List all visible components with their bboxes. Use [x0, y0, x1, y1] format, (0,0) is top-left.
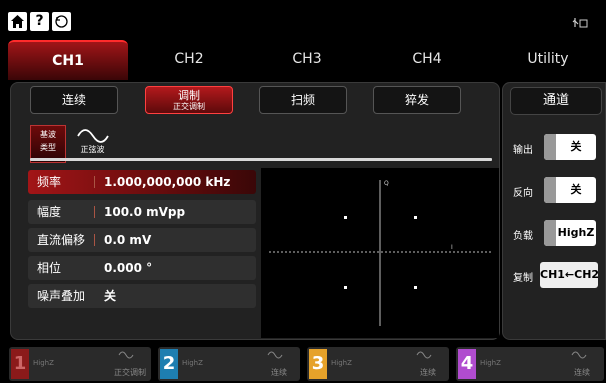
- back-button[interactable]: [52, 12, 71, 31]
- copy-channel-button[interactable]: CH1←CH2: [540, 262, 600, 288]
- constellation-point: [344, 286, 347, 289]
- channel-settings-title: 通道: [510, 87, 602, 115]
- wave-type-label: 正弦波: [80, 145, 105, 154]
- channel-load: HighZ: [331, 359, 352, 367]
- param-label: 直流偏移: [37, 233, 86, 247]
- toggle-bar: [544, 134, 556, 160]
- channel-status-1[interactable]: 1 HighZ 正交调制: [9, 347, 151, 381]
- param-row-offset[interactable]: 直流偏移 0.0 mV: [28, 228, 256, 252]
- back-icon: [55, 15, 68, 28]
- modulate-sub-label: 正交调制: [173, 102, 205, 111]
- wave-type-selector[interactable]: 正弦波: [70, 126, 115, 160]
- param-value: 100.0 mVpp: [104, 205, 186, 219]
- invert-value: 关: [570, 183, 582, 196]
- wave-selector-divider: [30, 158, 492, 161]
- constellation-point: [344, 216, 347, 219]
- channel-number: 4: [458, 349, 476, 379]
- usb-icon: [572, 16, 588, 30]
- param-row-frequency[interactable]: 频率 1.000,000,000 kHz: [28, 170, 256, 194]
- channel-mode: 连续: [420, 368, 436, 377]
- param-value: 0.000 °: [104, 261, 153, 275]
- base-wave-line1: 基波: [40, 130, 56, 139]
- output-label: 输出: [513, 145, 533, 156]
- param-value: 0.0 mV: [104, 233, 152, 247]
- tab-ch3[interactable]: CH3: [250, 40, 364, 80]
- channel-status-4[interactable]: 4 HighZ 连续: [456, 347, 604, 381]
- toggle-bar: [544, 177, 556, 203]
- channel-mode: 连续: [574, 368, 590, 377]
- param-label: 频率: [37, 175, 62, 189]
- param-label: 相位: [37, 261, 62, 275]
- param-row-phase[interactable]: 相位 0.000 °: [28, 256, 256, 280]
- param-label: 噪声叠加: [37, 289, 86, 303]
- channel-mode: 连续: [271, 368, 287, 377]
- sine-wave-icon: [76, 129, 109, 143]
- sweep-button[interactable]: 扫频: [259, 86, 347, 114]
- sine-wave-icon: [118, 351, 134, 359]
- status-bar: ?: [0, 0, 606, 40]
- param-divider: [94, 234, 95, 246]
- i-axis-label: I: [451, 244, 453, 251]
- toggle-bar: [544, 220, 556, 246]
- load-selector[interactable]: HighZ: [544, 220, 596, 246]
- param-divider: [94, 176, 95, 188]
- burst-button[interactable]: 猝发: [373, 86, 461, 114]
- tab-ch2[interactable]: CH2: [132, 40, 246, 80]
- modulate-button[interactable]: 调制 正交调制: [145, 86, 233, 114]
- output-value: 关: [570, 140, 582, 153]
- side-panel: [502, 82, 606, 340]
- base-wave-line2: 类型: [40, 143, 56, 152]
- output-toggle[interactable]: 关: [544, 134, 596, 160]
- channel-number: 1: [11, 349, 29, 379]
- constellation-point: [414, 216, 417, 219]
- load-label: 负载: [513, 231, 533, 242]
- channel-mode: 正交调制: [114, 368, 146, 377]
- channel-status-3[interactable]: 3 HighZ 连续: [307, 347, 449, 381]
- channel-number: 3: [309, 349, 327, 379]
- invert-label: 反向: [513, 188, 533, 199]
- copy-label: 复制: [513, 273, 533, 284]
- channel-load: HighZ: [33, 359, 54, 367]
- sine-wave-icon: [416, 351, 432, 359]
- invert-toggle[interactable]: 关: [544, 177, 596, 203]
- param-divider: [94, 206, 95, 218]
- param-value: 1.000,000,000 kHz: [104, 175, 231, 189]
- constellation-point: [414, 286, 417, 289]
- tab-ch1[interactable]: CH1: [8, 40, 128, 80]
- param-label: 幅度: [37, 205, 62, 219]
- tab-ch4[interactable]: CH4: [368, 40, 486, 80]
- channel-status-2[interactable]: 2 HighZ 连续: [158, 347, 300, 381]
- tab-utility[interactable]: Utility: [490, 40, 606, 80]
- continuous-button[interactable]: 连续: [30, 86, 118, 114]
- channel-load: HighZ: [480, 359, 501, 367]
- help-button[interactable]: ?: [30, 12, 49, 31]
- modulate-label: 调制: [178, 89, 200, 102]
- load-value: HighZ: [557, 226, 595, 239]
- param-row-noise[interactable]: 噪声叠加 关: [28, 284, 256, 308]
- home-icon: [11, 15, 24, 28]
- iq-constellation-view: Q I: [261, 168, 499, 338]
- sine-wave-icon: [267, 351, 283, 359]
- param-value: 关: [104, 289, 117, 303]
- home-button[interactable]: [8, 12, 27, 31]
- q-axis-label: Q: [384, 180, 389, 187]
- channel-number: 2: [160, 349, 178, 379]
- channel-tabs: CH1 CH2 CH3 CH4 Utility: [8, 40, 606, 80]
- sine-wave-icon: [571, 351, 587, 359]
- copy-value: CH1←CH2: [540, 268, 600, 281]
- channel-load: HighZ: [182, 359, 203, 367]
- param-row-amplitude[interactable]: 幅度 100.0 mVpp: [28, 200, 256, 224]
